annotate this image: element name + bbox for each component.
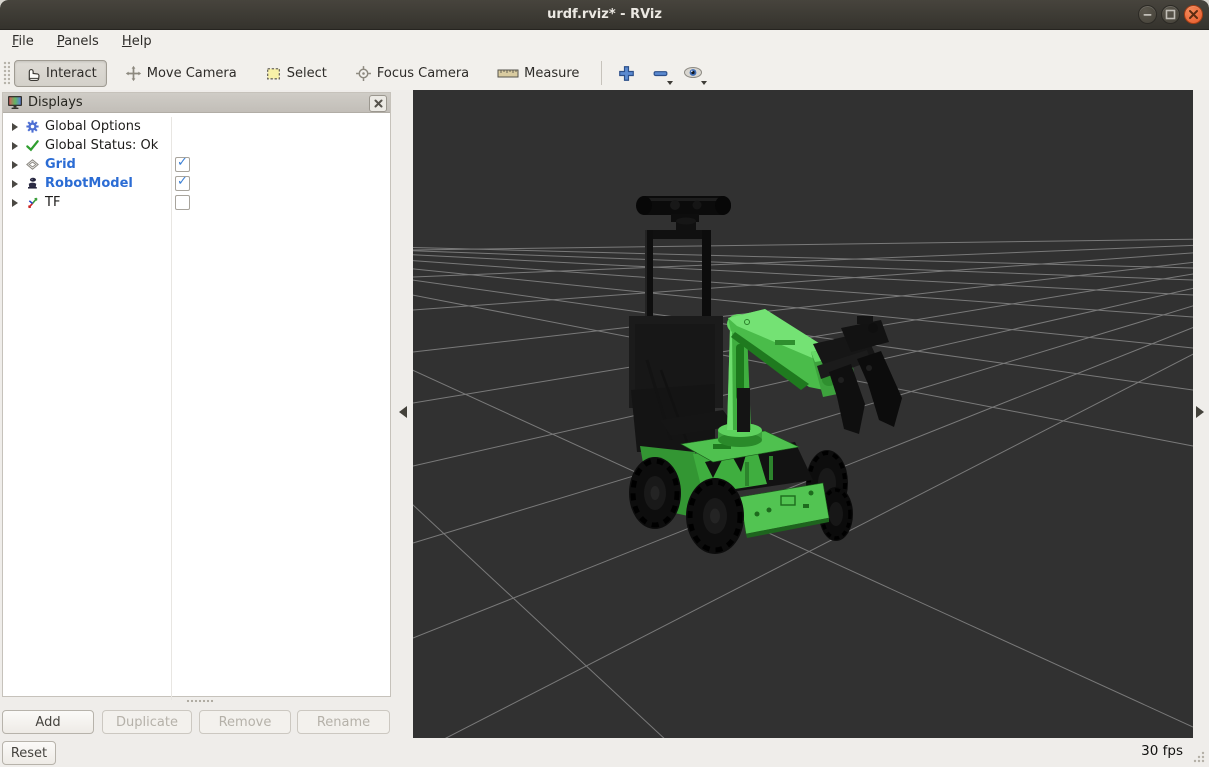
expand-triangle-icon[interactable] bbox=[12, 161, 18, 169]
add-tool-button[interactable] bbox=[612, 59, 640, 87]
robot-wheel-front-left bbox=[686, 478, 744, 554]
tool-select[interactable]: Select bbox=[255, 60, 337, 87]
tree-row-global-status[interactable]: Global Status: Ok bbox=[3, 136, 390, 155]
reset-button[interactable]: Reset bbox=[2, 741, 56, 765]
tree-row-grid[interactable]: Grid bbox=[3, 155, 390, 174]
collapse-left-panel-arrow[interactable] bbox=[399, 406, 407, 418]
remove-tool-button[interactable] bbox=[646, 59, 674, 87]
tool-visibility-button[interactable] bbox=[680, 59, 708, 87]
robot-mast-and-camera bbox=[629, 196, 735, 455]
tree-row-tf[interactable]: TF bbox=[3, 193, 390, 212]
grid-checkbox[interactable] bbox=[175, 157, 190, 172]
expand-triangle-icon[interactable] bbox=[12, 180, 18, 188]
row-label: Grid bbox=[45, 157, 76, 172]
monitor-icon bbox=[7, 95, 23, 110]
gear-icon bbox=[24, 119, 40, 135]
add-display-button[interactable]: Add bbox=[2, 710, 94, 734]
row-label: Global Options bbox=[45, 119, 141, 134]
expand-triangle-icon[interactable] bbox=[12, 123, 18, 131]
selection-box-icon bbox=[265, 65, 282, 82]
expand-triangle-icon[interactable] bbox=[12, 199, 18, 207]
expand-right-panel-arrow[interactable] bbox=[1196, 406, 1204, 418]
row-label: Global Status: Ok bbox=[45, 138, 158, 153]
tool-interact-label: Interact bbox=[46, 66, 97, 81]
minimize-button[interactable] bbox=[1138, 5, 1157, 24]
robotmodel-checkbox[interactable] bbox=[175, 176, 190, 191]
window-title: urdf.rviz* - RViz bbox=[0, 0, 1209, 30]
robot-model bbox=[629, 196, 902, 554]
render-viewport[interactable] bbox=[413, 90, 1193, 738]
toolbar-separator bbox=[601, 61, 602, 85]
row-label: RobotModel bbox=[45, 176, 133, 191]
displays-panel-header[interactable]: Displays bbox=[3, 93, 390, 113]
menu-help[interactable]: Help bbox=[113, 30, 161, 52]
tf-axes-icon bbox=[24, 195, 40, 211]
rviz-window: urdf.rviz* - RViz File Panels Help bbox=[0, 0, 1209, 767]
tool-measure-label: Measure bbox=[524, 66, 579, 81]
robot-wheel-rear-left bbox=[629, 457, 681, 529]
maximize-button[interactable] bbox=[1161, 5, 1180, 24]
robot-gripper bbox=[813, 316, 902, 434]
tool-move-camera[interactable]: Move Camera bbox=[115, 60, 247, 87]
panel-close-icon bbox=[374, 99, 383, 108]
fps-counter: 30 fps bbox=[1141, 743, 1183, 759]
rename-display-button[interactable]: Rename bbox=[297, 710, 390, 734]
render-canvas[interactable] bbox=[413, 90, 1193, 738]
close-icon bbox=[1185, 6, 1202, 23]
displays-panel: Displays bbox=[2, 92, 391, 697]
hand-icon bbox=[24, 65, 41, 82]
eye-icon bbox=[682, 64, 706, 82]
plus-icon bbox=[617, 64, 636, 83]
tool-visibility-dropdown-caret[interactable] bbox=[701, 81, 707, 85]
maximize-icon bbox=[1162, 6, 1179, 23]
tool-move-camera-label: Move Camera bbox=[147, 66, 237, 81]
robot-icon bbox=[24, 176, 40, 192]
grid-icon bbox=[24, 157, 40, 173]
window-resize-grip[interactable] bbox=[1190, 748, 1206, 764]
tree-row-global-options[interactable]: Global Options bbox=[3, 117, 390, 136]
displays-panel-close-button[interactable] bbox=[369, 95, 387, 112]
expand-triangle-icon[interactable] bbox=[12, 142, 18, 150]
menu-file[interactable]: File bbox=[3, 30, 43, 52]
remove-display-button[interactable]: Remove bbox=[199, 710, 291, 734]
tool-select-label: Select bbox=[287, 66, 327, 81]
displays-panel-title: Displays bbox=[28, 95, 83, 110]
row-label: TF bbox=[45, 195, 60, 210]
remove-tool-dropdown-caret[interactable] bbox=[667, 81, 673, 85]
menubar: File Panels Help bbox=[0, 30, 1209, 56]
close-button[interactable] bbox=[1184, 5, 1203, 24]
toolbar-grip[interactable] bbox=[3, 61, 10, 85]
titlebar[interactable]: urdf.rviz* - RViz bbox=[0, 0, 1209, 30]
displays-tree: Global Options Global Status: Ok bbox=[3, 117, 390, 700]
tool-focus-camera-label: Focus Camera bbox=[377, 66, 469, 81]
toolbar: Interact Move Camera Select bbox=[0, 56, 1209, 90]
duplicate-display-button[interactable]: Duplicate bbox=[102, 710, 192, 734]
move-arrows-icon bbox=[125, 65, 142, 82]
ruler-icon bbox=[497, 66, 519, 81]
menu-panels[interactable]: Panels bbox=[48, 30, 108, 52]
minus-icon bbox=[651, 64, 670, 83]
tool-focus-camera[interactable]: Focus Camera bbox=[345, 60, 479, 87]
tool-interact[interactable]: Interact bbox=[14, 60, 107, 87]
panel-splitter-handle[interactable] bbox=[186, 699, 214, 703]
tf-checkbox[interactable] bbox=[175, 195, 190, 210]
tree-row-robotmodel[interactable]: RobotModel bbox=[3, 174, 390, 193]
focus-crosshair-icon bbox=[355, 65, 372, 82]
status-ok-check-icon bbox=[24, 138, 40, 154]
tool-measure[interactable]: Measure bbox=[487, 61, 589, 86]
minimize-icon bbox=[1139, 6, 1156, 23]
